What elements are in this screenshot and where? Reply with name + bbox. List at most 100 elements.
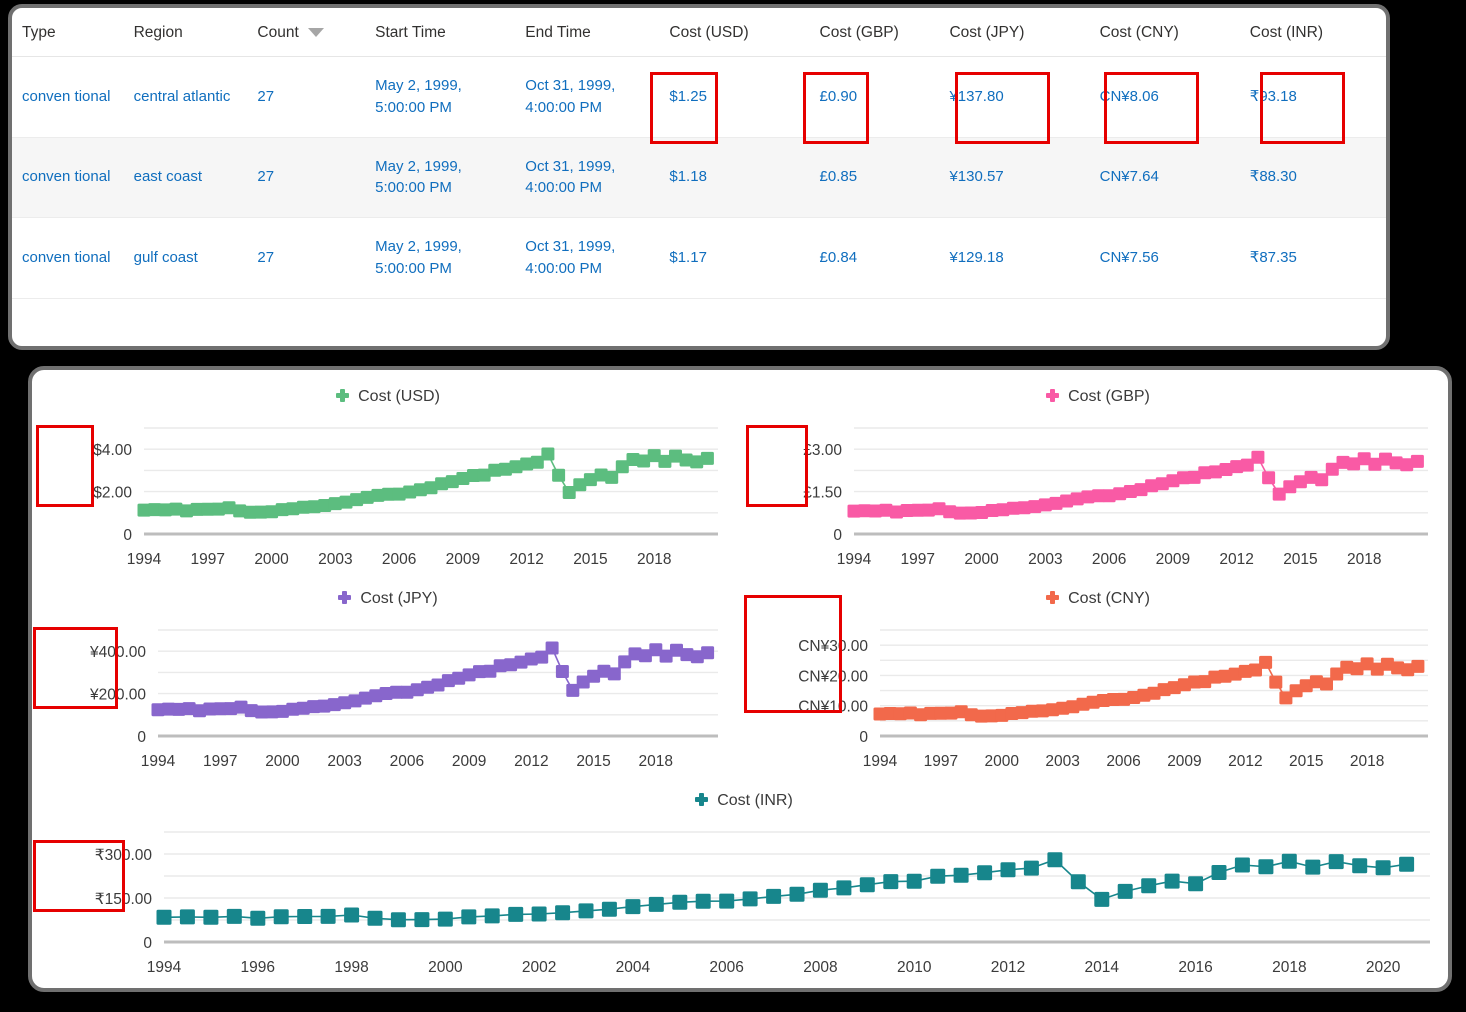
data-point-marker[interactable] [368,911,383,926]
table-cell-region[interactable]: central atlantic [124,57,248,138]
data-point-marker[interactable] [532,907,547,922]
table-cost-usd-cell[interactable]: $1.25 [659,57,809,138]
data-point-marker[interactable] [203,910,218,925]
data-point-marker[interactable] [1071,874,1086,889]
data-point-marker[interactable] [1001,862,1016,877]
data-point-marker[interactable] [1411,455,1424,468]
data-point-marker[interactable] [1399,857,1414,872]
data-point-marker[interactable] [555,905,570,920]
data-point-marker[interactable] [1047,852,1062,867]
data-point-marker[interactable] [1118,884,1133,899]
data-point-marker[interactable] [552,469,565,482]
data-point-marker[interactable] [1329,854,1344,869]
data-point-marker[interactable] [1352,858,1367,873]
table-cell-start-time[interactable]: May 2, 1999, 5:00:00 PM [365,57,515,138]
data-point-marker[interactable] [297,909,312,924]
data-point-marker[interactable] [1212,865,1227,880]
data-point-marker[interactable] [883,874,898,889]
data-point-marker[interactable] [1235,858,1250,873]
data-point-marker[interactable] [696,894,711,909]
table-cost-cny-cell[interactable]: CN¥8.06 [1090,57,1240,138]
column-header-end-time[interactable]: End Time [515,8,659,57]
column-header-cost-usd[interactable]: Cost (USD) [659,8,809,57]
data-point-marker[interactable] [508,907,523,922]
data-point-marker[interactable] [649,897,664,912]
data-point-marker[interactable] [274,909,289,924]
data-point-marker[interactable] [1305,860,1320,875]
table-row[interactable]: conven tional east coast 27 May 2, 1999,… [12,137,1386,218]
data-point-marker[interactable] [790,887,805,902]
data-point-marker[interactable] [954,868,969,883]
data-point-marker[interactable] [157,910,172,925]
data-point-marker[interactable] [1259,656,1272,669]
data-point-marker[interactable] [1251,451,1264,464]
data-point-marker[interactable] [1258,859,1273,874]
data-point-marker[interactable] [907,874,922,889]
table-cell-type[interactable]: conven tional [12,137,124,218]
data-point-marker[interactable] [608,667,621,680]
data-point-marker[interactable] [625,899,640,914]
table-cost-cny-cell[interactable]: CN¥7.56 [1090,218,1240,299]
column-header-cost-gbp[interactable]: Cost (GBP) [810,8,940,57]
table-cell-type[interactable]: conven tional [12,218,124,299]
data-point-marker[interactable] [485,908,500,923]
data-point-marker[interactable] [579,903,594,918]
data-point-marker[interactable] [438,912,453,927]
data-point-marker[interactable] [701,646,714,659]
data-point-marker[interactable] [605,471,618,484]
column-header-cost-cny[interactable]: Cost (CNY) [1090,8,1240,57]
table-cost-cny-cell[interactable]: CN¥7.64 [1090,137,1240,218]
data-point-marker[interactable] [344,908,359,923]
data-point-marker[interactable] [743,891,758,906]
data-point-marker[interactable] [1094,892,1109,907]
table-cell-end-time[interactable]: Oct 31, 1999, 4:00:00 PM [515,218,659,299]
table-row[interactable]: conven tional gulf coast 27 May 2, 1999,… [12,218,1386,299]
table-cost-jpy-cell[interactable]: ¥137.80 [939,57,1089,138]
table-cost-inr-cell[interactable]: ₹87.35 [1240,218,1386,299]
data-point-marker[interactable] [672,895,687,910]
table-cell-end-time[interactable]: Oct 31, 1999, 4:00:00 PM [515,137,659,218]
table-cost-inr-cell[interactable]: ₹88.30 [1240,137,1386,218]
data-point-marker[interactable] [391,912,406,927]
data-point-marker[interactable] [1141,878,1156,893]
data-point-marker[interactable] [813,883,828,898]
column-header-count[interactable]: Count [247,8,365,57]
column-header-cost-jpy[interactable]: Cost (JPY) [939,8,1089,57]
table-cost-gbp-cell[interactable]: £0.85 [810,137,940,218]
table-cell-end-time[interactable]: Oct 31, 1999, 4:00:00 PM [515,57,659,138]
data-point-marker[interactable] [836,880,851,895]
data-point-marker[interactable] [977,865,992,880]
table-cell-type[interactable]: conven tional [12,57,124,138]
data-point-marker[interactable] [719,894,734,909]
table-cost-gbp-cell[interactable]: £0.90 [810,57,940,138]
table-cost-jpy-cell[interactable]: ¥130.57 [939,137,1089,218]
column-header-start-time[interactable]: Start Time [365,8,515,57]
data-point-marker[interactable] [1262,471,1275,484]
data-point-marker[interactable] [227,909,242,924]
data-point-marker[interactable] [1024,861,1039,876]
table-cell-region[interactable]: gulf coast [124,218,248,299]
data-point-marker[interactable] [1188,876,1203,891]
data-point-marker[interactable] [1269,676,1282,689]
data-point-marker[interactable] [1282,854,1297,869]
table-cost-usd-cell[interactable]: $1.17 [659,218,809,299]
table-cell-count[interactable]: 27 [247,137,365,218]
table-cell-start-time[interactable]: May 2, 1999, 5:00:00 PM [365,218,515,299]
data-point-marker[interactable] [1376,860,1391,875]
data-point-marker[interactable] [1411,660,1424,673]
table-cell-count[interactable]: 27 [247,218,365,299]
table-cell-start-time[interactable]: May 2, 1999, 5:00:00 PM [365,137,515,218]
data-point-marker[interactable] [766,889,781,904]
data-point-marker[interactable] [321,909,336,924]
table-cost-inr-cell[interactable]: ₹93.18 [1240,57,1386,138]
table-cell-region[interactable]: east coast [124,137,248,218]
data-point-marker[interactable] [556,665,569,678]
table-cost-gbp-cell[interactable]: £0.84 [810,218,940,299]
table-cost-usd-cell[interactable]: $1.18 [659,137,809,218]
table-cost-jpy-cell[interactable]: ¥129.18 [939,218,1089,299]
column-header-region[interactable]: Region [124,8,248,57]
data-point-marker[interactable] [546,642,559,655]
data-point-marker[interactable] [414,912,429,927]
sort-descending-caret-icon[interactable] [308,28,324,37]
data-point-marker[interactable] [602,902,617,917]
